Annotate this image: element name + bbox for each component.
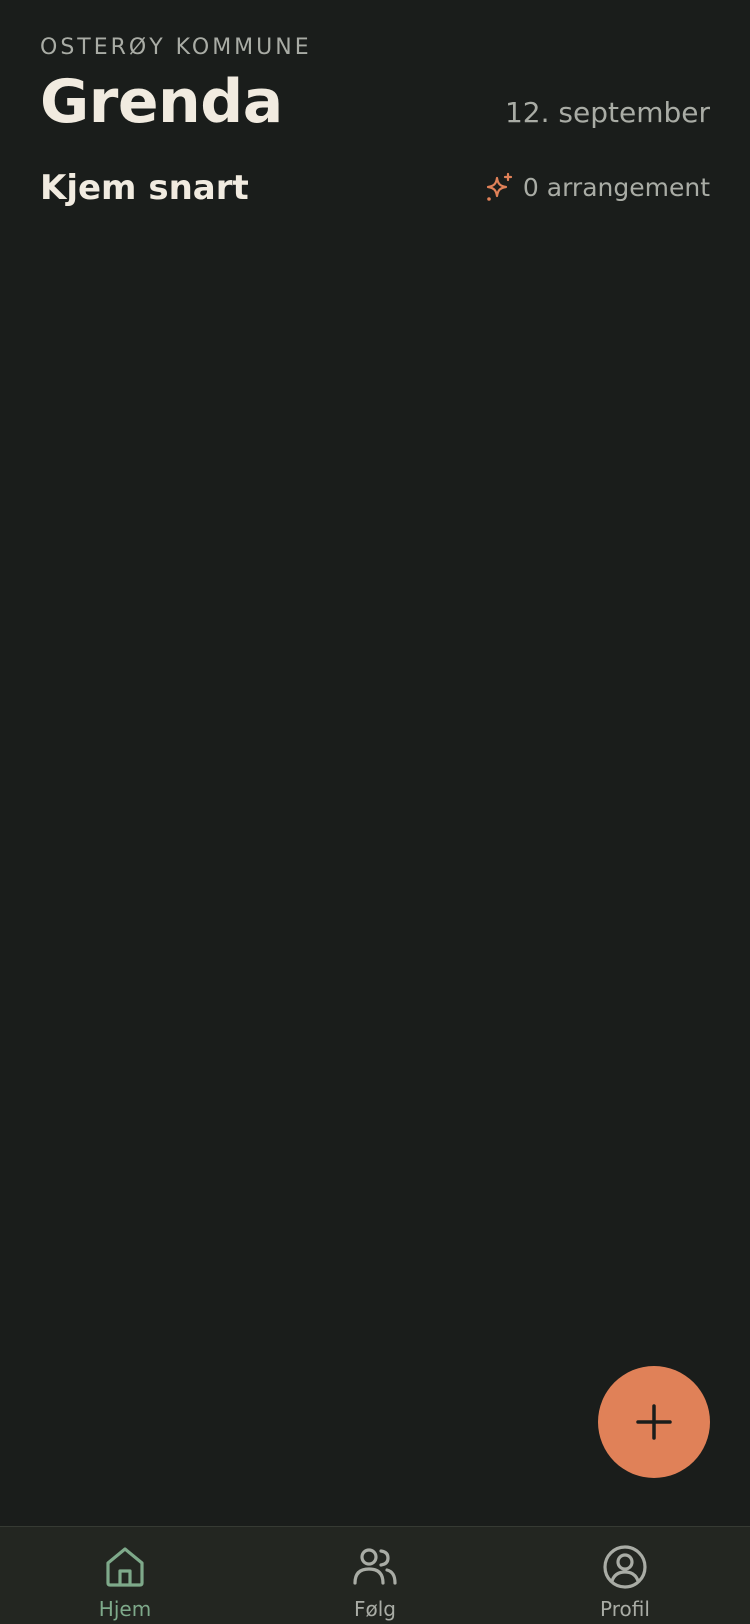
municipality-label: OSTERØY KOMMUNE: [40, 35, 312, 60]
nav-item-follow[interactable]: Følg: [250, 1527, 500, 1624]
add-event-button[interactable]: [598, 1366, 710, 1478]
nav-label-home: Hjem: [98, 1597, 152, 1621]
home-icon: [106, 1547, 144, 1587]
sparkle-icon: [483, 172, 515, 204]
section-title: Kjem snart: [40, 168, 249, 208]
app-title: Grenda: [40, 67, 283, 137]
event-count-label: 0 arrangement: [522, 173, 710, 202]
people-icon: [353, 1548, 397, 1585]
event-count: 0 arrangement: [483, 172, 710, 204]
nav-item-profile[interactable]: Profil: [500, 1527, 750, 1624]
header: OSTERØY KOMMUNE Grenda 12. september: [40, 34, 710, 136]
upcoming-section-header: Kjem snart 0 arrangement: [40, 166, 710, 210]
nav-item-home[interactable]: Hjem: [0, 1527, 250, 1624]
nav-label-follow: Følg: [354, 1597, 396, 1621]
nav-label-profile: Profil: [600, 1597, 650, 1621]
profile-icon: [603, 1545, 647, 1589]
title-row: Grenda 12. september: [40, 68, 710, 136]
current-date: 12. september: [504, 96, 710, 129]
bottom-navigation: Hjem Følg Profil: [0, 1526, 750, 1624]
plus-icon: [636, 1404, 672, 1440]
home-screen: OSTERØY KOMMUNE Grenda 12. september Kje…: [0, 0, 750, 1624]
